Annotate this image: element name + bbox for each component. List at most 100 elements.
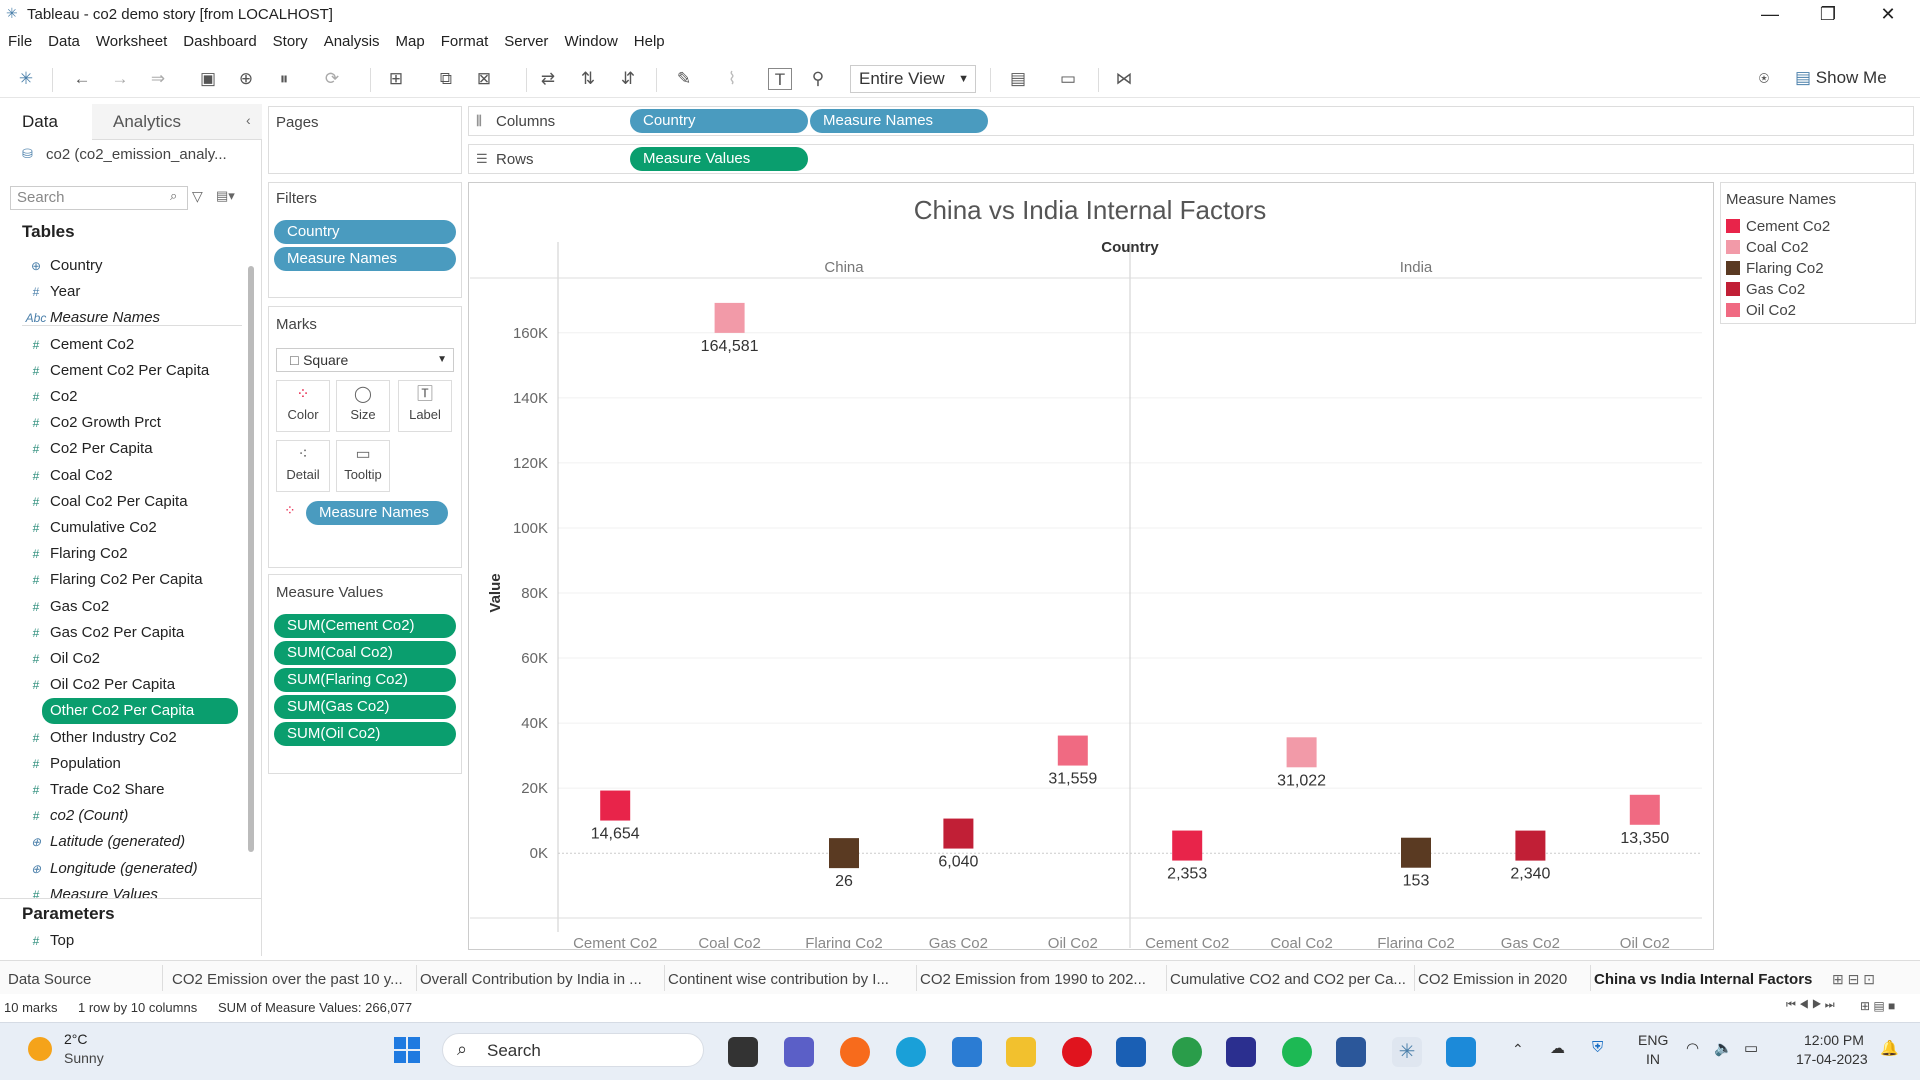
file-explorer-icon[interactable] bbox=[1006, 1037, 1036, 1067]
lang-eng[interactable]: ENG bbox=[1638, 1032, 1668, 1048]
highlight-icon[interactable]: ✎ bbox=[672, 68, 696, 90]
field-longitude-generated[interactable]: ⊕ Longitude (generated) bbox=[22, 856, 238, 882]
mark-india-gas-co2[interactable] bbox=[1515, 830, 1546, 861]
mv-pill-sum-oil-co2[interactable]: SUM(Oil Co2) bbox=[274, 722, 456, 746]
sheet-tab-continent-wise-contribution-by-i[interactable]: Continent wise contribution by I... bbox=[668, 971, 912, 988]
size-button[interactable]: ◯ Size bbox=[336, 380, 390, 432]
mark-india-cement-co2[interactable] bbox=[1172, 830, 1203, 861]
presentation-mode-icon[interactable]: ▭ bbox=[1056, 68, 1080, 90]
menu-help[interactable]: Help bbox=[626, 30, 673, 54]
sheet-tab-overall-contribution-by-india-in[interactable]: Overall Contribution by India in ... bbox=[420, 971, 660, 988]
spotify-icon[interactable] bbox=[1282, 1037, 1312, 1067]
redo-icon[interactable]: → bbox=[108, 68, 132, 90]
close-icon[interactable]: ✕ bbox=[1868, 2, 1908, 26]
mail-icon[interactable] bbox=[952, 1037, 982, 1067]
field-latitude-generated[interactable]: ⊕ Latitude (generated) bbox=[22, 829, 238, 855]
menu-analysis[interactable]: Analysis bbox=[316, 30, 388, 54]
swap-rows-columns-icon[interactable]: ⇄ bbox=[536, 68, 560, 90]
volume-icon[interactable]: 🔈 bbox=[1714, 1039, 1733, 1057]
webex-icon[interactable] bbox=[1226, 1037, 1256, 1067]
menu-data[interactable]: Data bbox=[40, 30, 88, 54]
menu-format[interactable]: Format bbox=[433, 30, 497, 54]
sheet-tab-china-vs-india-internal-factors[interactable]: China vs India Internal Factors bbox=[1594, 971, 1816, 988]
sort-descending-icon[interactable]: ⇵ bbox=[616, 68, 640, 90]
tableau-home-icon[interactable]: ✳ bbox=[14, 68, 38, 90]
group-members-icon[interactable]: ⌇ bbox=[720, 68, 744, 90]
field-cement-co2-per-capita[interactable]: # Cement Co2 Per Capita bbox=[22, 358, 238, 384]
opera-icon[interactable] bbox=[1062, 1037, 1092, 1067]
mv-pill-sum-cement-co2[interactable]: SUM(Cement Co2) bbox=[274, 614, 456, 638]
wifi-icon[interactable]: ◠ bbox=[1686, 1039, 1699, 1057]
refresh-icon[interactable]: ⟳ bbox=[320, 68, 344, 90]
edge-icon[interactable] bbox=[896, 1037, 926, 1067]
menu-worksheet[interactable]: Worksheet bbox=[88, 30, 175, 54]
sheet-tab-cumulative-co2-and-co2-per-ca[interactable]: Cumulative CO2 and CO2 per Ca... bbox=[1170, 971, 1410, 988]
field-co2-count[interactable]: # co2 (Count) bbox=[22, 803, 238, 829]
menu-server[interactable]: Server bbox=[496, 30, 556, 54]
menu-window[interactable]: Window bbox=[556, 30, 625, 54]
rows-pill-measure-values[interactable]: Measure Values bbox=[630, 147, 808, 171]
mv-pill-sum-gas-co2[interactable]: SUM(Gas Co2) bbox=[274, 695, 456, 719]
mark-india-flaring-co2[interactable] bbox=[1401, 837, 1431, 868]
clear-sheet-icon[interactable]: ⊠ bbox=[472, 68, 496, 90]
mark-india-oil-co2[interactable] bbox=[1629, 794, 1660, 825]
field-flaring-co2-per-capita[interactable]: # Flaring Co2 Per Capita bbox=[22, 567, 238, 593]
field-coal-co2-per-capita[interactable]: # Coal Co2 Per Capita bbox=[22, 489, 238, 515]
new-sheet-icons[interactable]: ⊞ ⊟ ⊡ bbox=[1832, 971, 1912, 988]
clock-time[interactable]: 12:00 PM bbox=[1804, 1032, 1864, 1048]
columns-pill-country[interactable]: Country bbox=[630, 109, 808, 133]
menu-dashboard[interactable]: Dashboard bbox=[175, 30, 264, 54]
tab-analytics[interactable]: Analytics bbox=[113, 112, 181, 132]
task-view-icon[interactable] bbox=[728, 1037, 758, 1067]
clock-date[interactable]: 17-04-2023 bbox=[1796, 1051, 1868, 1067]
app-icon[interactable] bbox=[1116, 1037, 1146, 1067]
view-fit-dropdown[interactable]: Entire View ▼ bbox=[850, 65, 976, 93]
mark-china-gas-co2[interactable] bbox=[943, 818, 974, 849]
replay-icon[interactable]: ⇒ bbox=[146, 68, 170, 90]
start-icon[interactable] bbox=[394, 1037, 420, 1063]
field-population[interactable]: # Population bbox=[22, 751, 238, 777]
sort-ascending-icon[interactable]: ⇅ bbox=[576, 68, 600, 90]
columns-pill-measure-names[interactable]: Measure Names bbox=[810, 109, 988, 133]
sheet-tab-co2-emission-from-1990-to-202[interactable]: CO2 Emission from 1990 to 202... bbox=[920, 971, 1162, 988]
new-datasource-icon[interactable]: ⊕ bbox=[234, 68, 258, 90]
mv-pill-sum-flaring-co2[interactable]: SUM(Flaring Co2) bbox=[274, 668, 456, 692]
shield-icon[interactable]: ⛨ bbox=[1592, 1039, 1603, 1056]
field-co2[interactable]: # Co2 bbox=[22, 384, 238, 410]
new-worksheet-icon[interactable]: ⊞ bbox=[384, 68, 408, 90]
menu-story[interactable]: Story bbox=[265, 30, 316, 54]
sheet-tab-data-source[interactable]: Data Source bbox=[8, 971, 158, 988]
field-flaring-co2[interactable]: # Flaring Co2 bbox=[22, 541, 238, 567]
menu-file[interactable]: File bbox=[0, 30, 40, 54]
mark-china-cement-co2[interactable] bbox=[600, 790, 631, 821]
field-cement-co2[interactable]: # Cement Co2 bbox=[22, 332, 238, 358]
field-trade-co2-share[interactable]: # Trade Co2 Share bbox=[22, 777, 238, 803]
menu-map[interactable]: Map bbox=[388, 30, 433, 54]
tray-chevron-icon[interactable]: ⌃ bbox=[1512, 1041, 1524, 1058]
collapse-pane-icon[interactable]: ‹ bbox=[246, 112, 251, 128]
field-cumulative-co2[interactable]: # Cumulative Co2 bbox=[22, 515, 238, 541]
minimize-icon[interactable]: — bbox=[1750, 2, 1790, 26]
field-gas-co2-per-capita[interactable]: # Gas Co2 Per Capita bbox=[22, 620, 238, 646]
legend-item-flaring-co2[interactable]: Flaring Co2 bbox=[1726, 260, 1824, 277]
mark-type-dropdown[interactable]: ☐ Square ▼ bbox=[276, 348, 454, 372]
pin-icon[interactable]: ⍟ bbox=[1752, 68, 1776, 90]
field-co2-growth-prct[interactable]: # Co2 Growth Prct bbox=[22, 410, 238, 436]
undo-icon[interactable]: ← bbox=[70, 68, 94, 90]
filter-pill-measure-names[interactable]: Measure Names bbox=[274, 247, 456, 271]
notification-icon[interactable]: 🔔 bbox=[1880, 1039, 1899, 1057]
sheet-nav-icon[interactable]: ⏮ ◀ ▶ ⏭ bbox=[1786, 999, 1835, 1012]
field-other-industry-co2[interactable]: # Other Industry Co2 bbox=[22, 725, 238, 751]
filter-fields-icon[interactable]: ▽ bbox=[192, 188, 203, 205]
label-button[interactable]: 🅃 Label bbox=[398, 380, 452, 432]
view-options-icon[interactable]: ▤▾ bbox=[216, 188, 235, 204]
pause-updates-icon[interactable]: ⏸ bbox=[272, 68, 296, 90]
parameter-top[interactable]: # Top bbox=[22, 928, 238, 954]
restore-icon[interactable]: ❐ bbox=[1808, 2, 1848, 26]
field-country[interactable]: ⊕ Country bbox=[22, 253, 238, 279]
show-mark-labels-icon[interactable]: T bbox=[768, 68, 792, 90]
field-oil-co2[interactable]: # Oil Co2 bbox=[22, 646, 238, 672]
mark-china-oil-co2[interactable] bbox=[1057, 735, 1088, 766]
share-icon[interactable]: ⋈ bbox=[1112, 68, 1136, 90]
show-cards-icon[interactable]: ▤ bbox=[1006, 68, 1030, 90]
